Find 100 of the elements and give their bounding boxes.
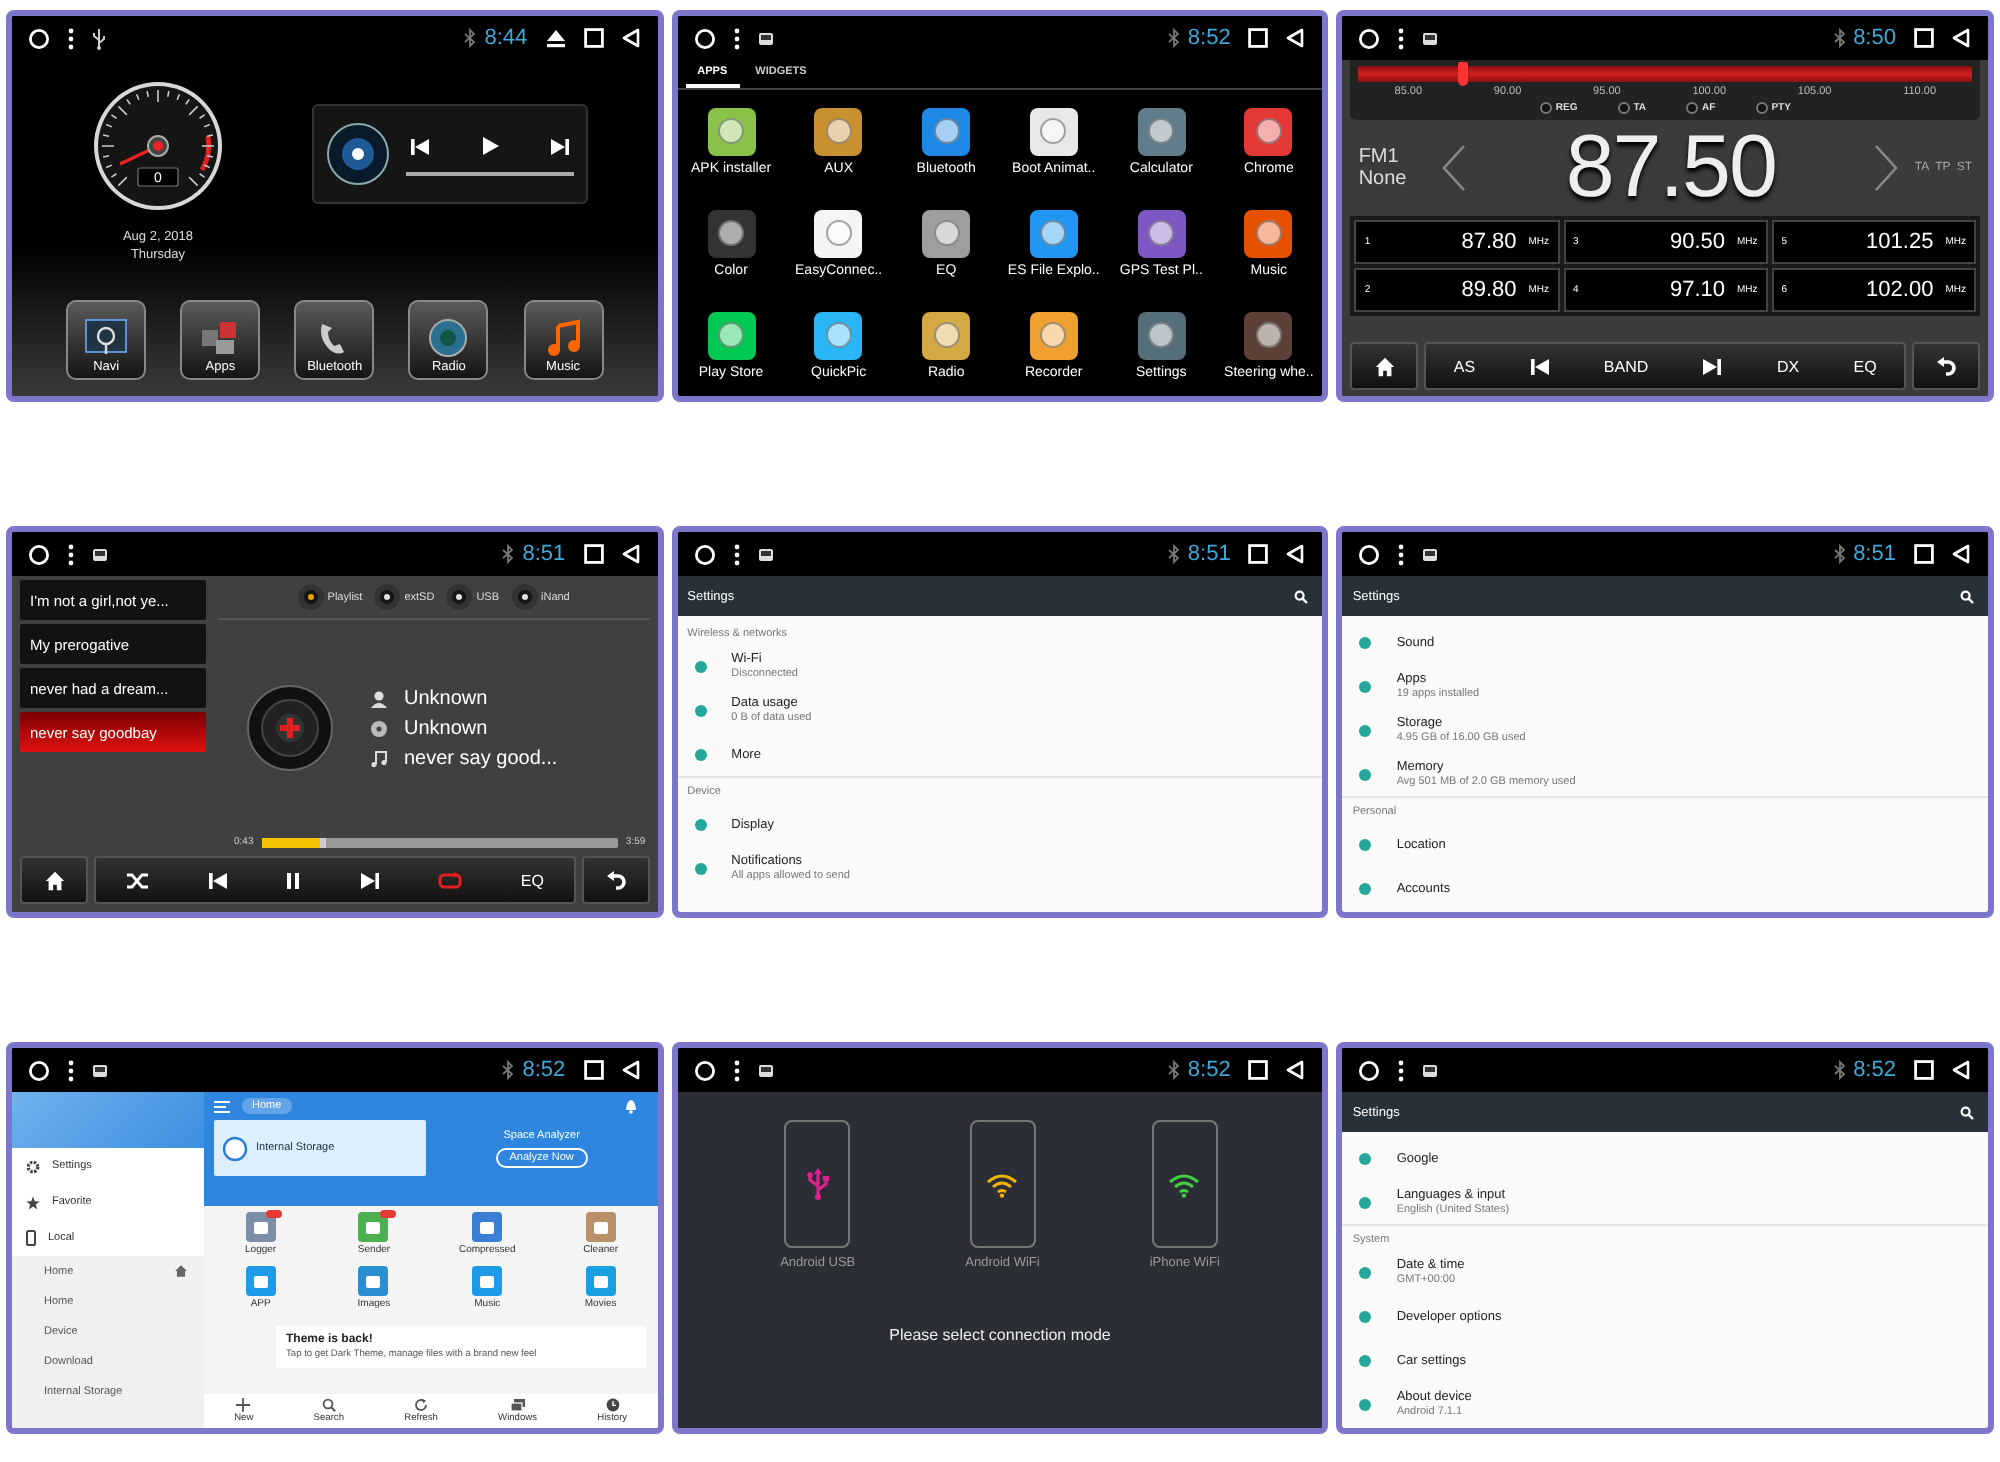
radio-dot-icon[interactable] xyxy=(1755,102,1768,114)
auto-search-button[interactable]: AS xyxy=(1445,344,1484,388)
back-button[interactable] xyxy=(581,856,650,904)
artist-name: Unknown xyxy=(404,687,488,709)
back-icon[interactable] xyxy=(1951,544,1970,564)
bluetooth-icon xyxy=(1833,544,1846,564)
band-label: FM1 xyxy=(1358,146,1401,168)
star-icon xyxy=(26,1195,40,1209)
gear-icon xyxy=(26,1159,40,1173)
seek-down-button[interactable] xyxy=(1442,144,1467,192)
recent-apps-icon[interactable] xyxy=(583,544,604,564)
skip-back-icon xyxy=(1529,357,1550,375)
menu-icon[interactable] xyxy=(1398,1059,1405,1081)
bell-icon[interactable] xyxy=(623,1098,638,1114)
radio-dot-icon[interactable] xyxy=(1539,102,1552,114)
circle-icon xyxy=(1358,723,1373,737)
pause-icon xyxy=(286,871,301,889)
home-circle-icon[interactable] xyxy=(28,27,50,49)
search-icon[interactable] xyxy=(1959,1105,1974,1119)
home-circle-icon[interactable] xyxy=(1358,1059,1381,1081)
music-note-icon xyxy=(370,749,388,767)
home-circle-icon[interactable] xyxy=(1358,27,1381,49)
back-icon[interactable] xyxy=(1951,1060,1970,1080)
circle-icon xyxy=(1358,1397,1373,1411)
clock-time: 8:52 xyxy=(1187,1058,1231,1082)
recent-apps-icon[interactable] xyxy=(583,28,604,48)
bluetooth-icon xyxy=(502,544,515,564)
circle-icon xyxy=(1358,1353,1373,1367)
back-icon[interactable] xyxy=(1286,28,1305,48)
seek-up-button[interactable] xyxy=(1874,144,1899,192)
bluetooth-icon xyxy=(502,1060,515,1080)
circle-icon xyxy=(1358,635,1373,649)
tuner-needle[interactable] xyxy=(1458,62,1469,86)
equalizer-button[interactable]: EQ xyxy=(512,858,552,902)
clock-time: 8:50 xyxy=(1853,26,1896,50)
recent-apps-icon[interactable] xyxy=(1248,1060,1269,1080)
circle-icon xyxy=(1358,881,1373,895)
home-circle-icon[interactable] xyxy=(693,1059,716,1081)
clock-time: 8:51 xyxy=(1187,542,1231,566)
clock-time: 8:51 xyxy=(1853,542,1896,566)
tuner-track[interactable] xyxy=(1358,66,1972,82)
recent-apps-icon[interactable] xyxy=(1913,1060,1934,1080)
menu-icon[interactable] xyxy=(1398,543,1405,565)
home-circle-icon[interactable] xyxy=(693,543,716,565)
home-button[interactable] xyxy=(1350,342,1419,390)
return-arrow-icon xyxy=(605,869,626,891)
menu-icon[interactable] xyxy=(733,27,740,49)
progress-track[interactable] xyxy=(261,837,618,847)
circle-icon xyxy=(693,747,708,761)
radio-dot-icon[interactable] xyxy=(1617,102,1630,114)
source-knob[interactable] xyxy=(374,584,401,610)
refresh-icon xyxy=(414,1398,429,1412)
source-knob[interactable] xyxy=(511,584,537,610)
recent-apps-icon[interactable] xyxy=(1248,544,1269,564)
eject-icon[interactable] xyxy=(545,28,566,48)
back-icon[interactable] xyxy=(621,28,640,48)
plus-icon xyxy=(236,1398,251,1412)
menu-icon[interactable] xyxy=(733,543,740,565)
home-circle-icon[interactable] xyxy=(693,27,716,49)
recent-apps-icon[interactable] xyxy=(583,1060,604,1080)
instruction-text: Please select connection mode xyxy=(889,1326,1111,1344)
menu-icon[interactable] xyxy=(733,1059,740,1081)
home-circle-icon[interactable] xyxy=(1358,543,1381,565)
recent-apps-icon[interactable] xyxy=(1913,544,1934,564)
shuffle-icon xyxy=(125,871,150,889)
chevron-left-icon xyxy=(1442,144,1467,192)
menu-icon[interactable] xyxy=(68,27,74,49)
disc-icon xyxy=(326,122,390,186)
ring-gauge-icon xyxy=(222,1135,248,1161)
band-button[interactable]: BAND xyxy=(1595,344,1657,388)
back-icon[interactable] xyxy=(621,544,640,564)
circle-icon xyxy=(693,861,708,875)
home-circle-icon[interactable] xyxy=(28,1059,50,1081)
song-title: never say good... xyxy=(404,747,558,769)
menu-icon[interactable] xyxy=(68,1059,74,1081)
home-button[interactable] xyxy=(20,856,88,904)
source-knob[interactable] xyxy=(446,584,473,610)
menu-icon[interactable] xyxy=(68,543,74,565)
radio-dot-icon[interactable] xyxy=(1686,102,1699,114)
skip-back-icon xyxy=(208,871,229,889)
recent-apps-icon[interactable] xyxy=(1913,28,1934,48)
equalizer-button[interactable]: EQ xyxy=(1845,344,1885,388)
search-icon[interactable] xyxy=(1959,589,1974,603)
back-icon[interactable] xyxy=(1286,1060,1305,1080)
circle-icon xyxy=(1358,1151,1373,1165)
search-icon[interactable] xyxy=(1294,589,1309,603)
back-icon[interactable] xyxy=(1286,544,1305,564)
back-icon[interactable] xyxy=(621,1060,640,1080)
clock-time: 8:44 xyxy=(484,26,528,50)
source-knob[interactable] xyxy=(297,584,324,610)
chevron-right-icon xyxy=(1874,144,1899,192)
menu-icon[interactable] xyxy=(1398,27,1405,49)
circle-icon xyxy=(693,659,708,673)
home-circle-icon[interactable] xyxy=(28,543,50,565)
dx-button[interactable]: DX xyxy=(1769,344,1808,388)
back-icon[interactable] xyxy=(1951,28,1970,48)
clock-time: 8:52 xyxy=(522,1058,566,1082)
recent-apps-icon[interactable] xyxy=(1248,28,1269,48)
back-button[interactable] xyxy=(1911,342,1980,390)
circle-icon xyxy=(1358,1195,1373,1209)
